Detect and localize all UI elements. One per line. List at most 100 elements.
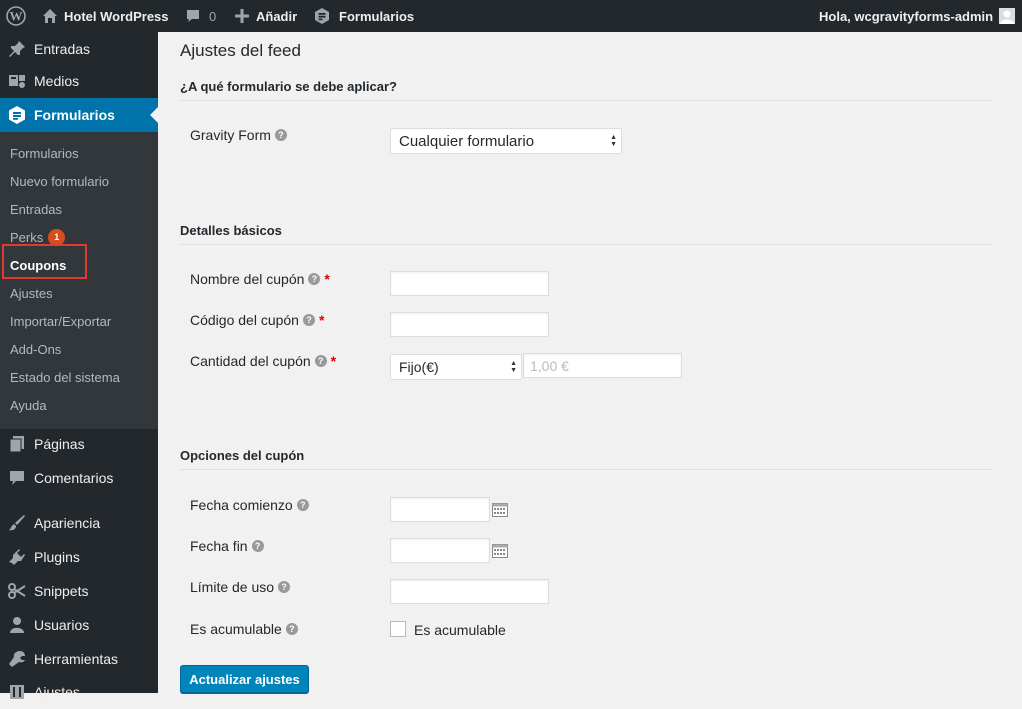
submenu-label: Ayuda (10, 397, 47, 413)
menu-item-apariencia[interactable]: Apariencia (0, 506, 158, 540)
avatar (999, 8, 1016, 24)
help-icon[interactable]: ? (274, 129, 287, 141)
section-title-form: ¿A qué formulario se debe aplicar? (180, 79, 397, 94)
help-icon[interactable]: ? (251, 540, 264, 552)
submenu-label: Nuevo formulario (10, 173, 109, 189)
coupon-amount-label: Cantidad del cupón ? * (190, 353, 336, 369)
field-label-text: Fecha fin (190, 538, 248, 554)
field-label-text: Límite de uso (190, 579, 275, 595)
start-date-label: Fecha comienzo ? (190, 497, 309, 513)
end-date-label: Fecha fin ? (190, 538, 264, 554)
submenu-item-add-ons[interactable]: Add-Ons (10, 339, 61, 359)
forms-submenu: Formularios Nuevo formulario Entradas Pe… (0, 132, 158, 429)
update-settings-button[interactable]: Actualizar ajustes (180, 665, 309, 693)
menu-item-usuarios[interactable]: Usuarios (0, 608, 158, 642)
my-account-link[interactable]: Hola, wcgravityforms-admin (819, 0, 1016, 32)
admin-sidebar: Entradas Medios Formularios Formularios … (0, 32, 158, 700)
stackable-checkbox[interactable] (390, 621, 406, 637)
menu-item-plugins[interactable]: Plugins (0, 540, 158, 574)
start-date-input[interactable] (390, 497, 490, 522)
menu-item-medios[interactable]: Medios (0, 64, 158, 98)
submenu-label: Perks (10, 229, 44, 245)
menu-item-label: Herramientas (34, 651, 119, 667)
calendar-icon[interactable] (492, 544, 508, 558)
wrench-icon (7, 649, 27, 669)
field-label-text: Fecha comienzo (190, 497, 293, 513)
required-mark: * (324, 271, 330, 287)
plus-icon (235, 9, 249, 23)
forms-label: Formularios (339, 8, 415, 24)
section-divider (180, 469, 993, 470)
site-name: Hotel WordPress (64, 8, 169, 24)
menu-item-paginas[interactable]: Páginas (0, 427, 158, 461)
users-icon (7, 615, 27, 635)
greeting: Hola, wcgravityforms-admin (819, 8, 994, 24)
menu-item-formularios[interactable]: Formularios (0, 98, 158, 132)
stackable-checkbox-label[interactable]: Es acumulable (414, 622, 506, 638)
coupons-highlight-box (2, 244, 87, 279)
field-label-text: Código del cupón (190, 312, 299, 328)
submenu-item-estado-del-sistema[interactable]: Estado del sistema (10, 367, 120, 387)
help-icon[interactable]: ? (314, 355, 327, 367)
menu-item-entradas[interactable]: Entradas (0, 32, 158, 66)
amount-placeholder: 1,00 € (530, 357, 569, 374)
help-icon[interactable]: ? (302, 314, 315, 326)
help-icon[interactable]: ? (278, 581, 291, 593)
pin-icon (7, 39, 27, 59)
settings-icon (7, 682, 27, 702)
menu-item-comentarios[interactable]: Comentarios (0, 461, 158, 495)
help-icon[interactable]: ? (285, 623, 298, 635)
submenu-label: Ajustes (10, 285, 53, 301)
submenu-item-ajustes[interactable]: Ajustes (10, 283, 53, 303)
amount-type-select[interactable]: Fijo(€) ▲ ▼ (390, 354, 522, 380)
page-title: Ajustes del feed (180, 41, 301, 60)
wordpress-logo-icon[interactable]: W (6, 0, 26, 32)
forms-icon (7, 105, 27, 125)
scissors-icon (7, 581, 27, 601)
gravity-form-select[interactable]: Cualquier formulario ▲ ▼ (390, 128, 622, 154)
submenu-label: Formularios (10, 145, 79, 161)
menu-item-label: Snippets (34, 583, 89, 599)
menu-item-label: Formularios (34, 107, 115, 123)
help-icon[interactable]: ? (296, 499, 309, 511)
menu-item-label: Comentarios (34, 470, 114, 486)
submenu-item-entradas[interactable]: Entradas (10, 199, 62, 219)
help-icon[interactable]: ? (308, 273, 321, 285)
new-label: Añadir (256, 8, 298, 24)
menu-item-herramientas[interactable]: Herramientas (0, 642, 158, 676)
coupon-amount-input[interactable]: 1,00 € (523, 353, 682, 378)
submenu-item-ayuda[interactable]: Ayuda (10, 395, 47, 415)
end-date-input[interactable] (390, 538, 490, 563)
plugin-icon (7, 547, 27, 567)
menu-item-snippets[interactable]: Snippets (0, 574, 158, 608)
field-label-text: Nombre del cupón (190, 271, 305, 287)
section-divider (180, 100, 993, 101)
menu-item-label: Ajustes (34, 684, 80, 700)
forms-link[interactable]: Formularios (313, 0, 414, 32)
admin-bar: W Hotel WordPress 0 Añadir Formularios H… (0, 0, 1022, 32)
submenu-item-formularios[interactable]: Formularios (10, 143, 79, 163)
comments-link[interactable]: 0 (185, 0, 216, 32)
submenu-label: Estado del sistema (10, 369, 120, 385)
required-mark: * (318, 312, 325, 328)
coupon-code-input[interactable] (390, 312, 549, 337)
site-name-link[interactable]: Hotel WordPress (42, 0, 169, 32)
coupon-name-label: Nombre del cupón ? * (190, 271, 330, 287)
menu-item-label: Entradas (34, 41, 91, 57)
menu-item-ajustes[interactable]: Ajustes (0, 675, 158, 709)
amount-type-selected-value: Fijo(€) (399, 359, 439, 375)
submenu-item-nuevo-formulario[interactable]: Nuevo formulario (10, 171, 109, 191)
submenu-item-importar-exportar[interactable]: Importar/Exportar (10, 311, 111, 331)
usage-limit-input[interactable] (390, 579, 549, 604)
field-label-text: Es acumulable (190, 621, 282, 637)
select-arrows-icon: ▲ ▼ (610, 134, 617, 148)
menu-item-label: Plugins (34, 549, 80, 565)
coupon-code-label: Código del cupón ? * (190, 312, 324, 328)
svg-text:W: W (10, 9, 23, 24)
calendar-icon[interactable] (492, 503, 508, 517)
comment-bubble-icon (185, 8, 201, 24)
new-content-link[interactable]: Añadir (235, 0, 297, 32)
coupon-name-input[interactable] (390, 271, 549, 296)
gravity-form-label: Gravity Form ? (190, 127, 287, 143)
usage-limit-label: Límite de uso ? (190, 579, 291, 595)
